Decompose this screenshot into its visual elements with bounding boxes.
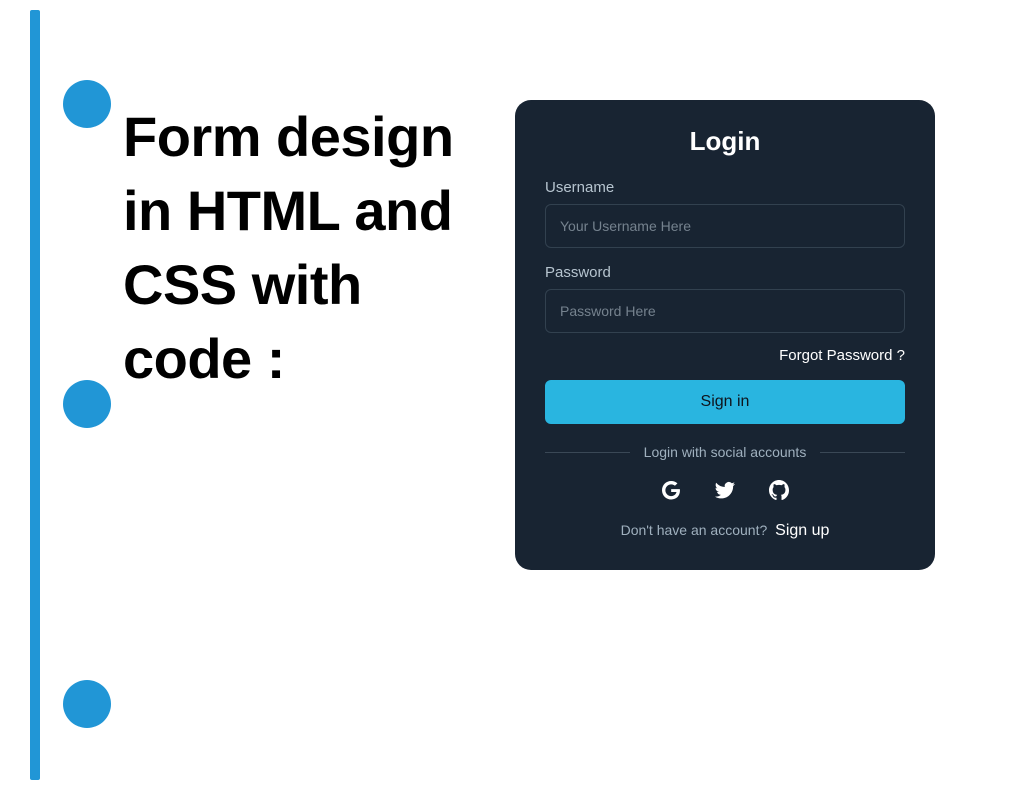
page-headline: Form design in HTML and CSS with code :	[123, 100, 503, 396]
signup-prompt: Don't have an account?	[621, 522, 768, 538]
password-label: Password	[545, 264, 905, 281]
google-icon[interactable]	[657, 476, 685, 504]
bullet-dot	[63, 380, 111, 428]
vertical-accent-bar	[30, 10, 40, 780]
page-root: Form design in HTML and CSS with code : …	[0, 0, 1024, 802]
social-divider-text: Login with social accounts	[630, 444, 821, 460]
login-card: Login Username Password Forgot Password …	[515, 100, 935, 570]
bullet-dot	[63, 80, 111, 128]
signin-button[interactable]: Sign in	[545, 380, 905, 424]
signup-row: Don't have an account? Sign up	[545, 522, 905, 540]
username-label: Username	[545, 179, 905, 196]
forgot-password-link[interactable]: Forgot Password ?	[545, 347, 905, 364]
username-input[interactable]	[545, 204, 905, 248]
password-input[interactable]	[545, 289, 905, 333]
github-icon[interactable]	[765, 476, 793, 504]
social-icons-row	[545, 476, 905, 504]
twitter-icon[interactable]	[711, 476, 739, 504]
social-divider: Login with social accounts	[545, 444, 905, 460]
card-title: Login	[545, 126, 905, 157]
signup-link[interactable]: Sign up	[775, 522, 829, 539]
bullet-dot	[63, 680, 111, 728]
